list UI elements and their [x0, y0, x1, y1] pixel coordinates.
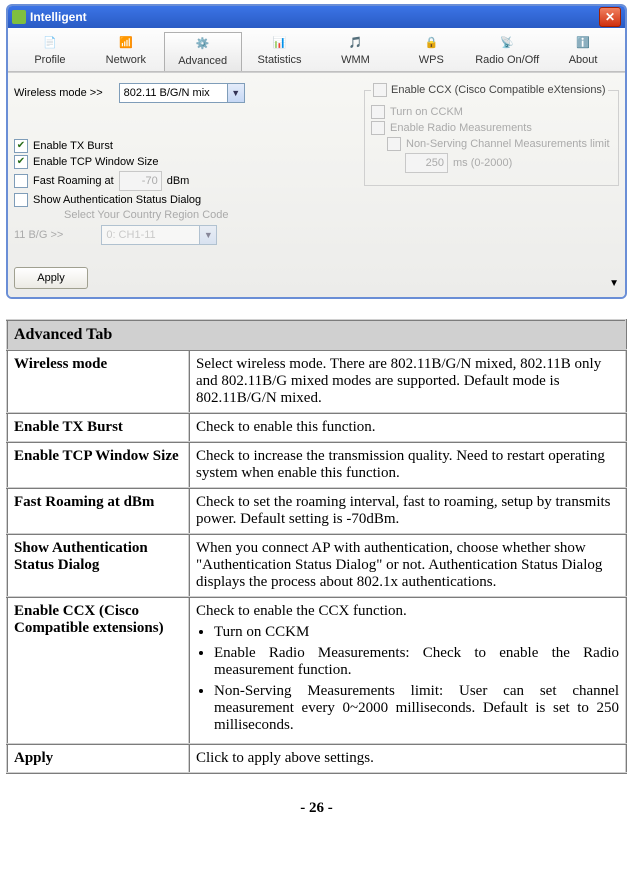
row-desc: When you connect AP with authentication,… — [189, 534, 626, 597]
row-desc: Check to set the roaming interval, fast … — [189, 488, 626, 534]
main-toolbar: 📄 Profile 📶 Network ⚙️ Advanced 📊 Statis… — [8, 28, 625, 72]
fast-roaming-label: Fast Roaming at — [33, 175, 114, 187]
ms-value-input — [405, 153, 448, 173]
dbm-unit: dBm — [167, 175, 190, 187]
radio-meas-label: Enable Radio Measurements — [390, 122, 532, 134]
tab-wps[interactable]: 🔒 WPS — [393, 32, 469, 71]
window-title: Intelligent — [30, 10, 87, 24]
enable-ccx-checkbox[interactable] — [373, 83, 387, 97]
apply-button[interactable]: Apply — [14, 267, 88, 289]
radio-meas-checkbox — [371, 121, 385, 135]
radio-icon: 📡 — [495, 32, 519, 52]
row-label: Wireless mode — [7, 350, 189, 413]
table-row: Show Authentication Status Dialog When y… — [7, 534, 626, 597]
tab-label: Network — [106, 54, 146, 66]
tab-label: Radio On/Off — [475, 54, 539, 66]
show-auth-dialog-checkbox[interactable] — [14, 193, 28, 207]
table-row: Enable CCX (Cisco Compatible extensions)… — [7, 597, 626, 744]
tab-wmm[interactable]: 🎵 WMM — [318, 32, 394, 71]
list-item: Enable Radio Measurements: Check to enab… — [214, 645, 619, 679]
table-row: Enable TCP Window Size Check to increase… — [7, 442, 626, 488]
profile-icon: 📄 — [38, 32, 62, 52]
tab-label: Advanced — [178, 55, 227, 67]
row-desc: Click to apply above settings. — [189, 744, 626, 773]
row-label: Enable TX Burst — [7, 413, 189, 442]
row-label: Fast Roaming at dBm — [7, 488, 189, 534]
row-label: Show Authentication Status Dialog — [7, 534, 189, 597]
chevron-down-icon: ▼ — [227, 84, 244, 102]
tab-advanced[interactable]: ⚙️ Advanced — [164, 32, 242, 71]
app-icon — [12, 10, 26, 24]
tab-radio[interactable]: 📡 Radio On/Off — [469, 32, 545, 71]
nonserv-label: Non-Serving Channel Measurements limit — [406, 138, 610, 150]
row-desc: Check to increase the transmission quali… — [189, 442, 626, 488]
fast-roaming-checkbox[interactable] — [14, 174, 28, 188]
nonserv-checkbox — [387, 137, 401, 151]
tab-label: WMM — [341, 54, 370, 66]
titlebar: Intelligent ✕ — [8, 6, 625, 28]
advanced-doc-table: Advanced Tab Wireless mode Select wirele… — [6, 319, 627, 774]
row-desc: Check to enable the CCX function. Turn o… — [189, 597, 626, 744]
country-region-label: Select Your Country Region Code — [64, 209, 229, 221]
row-label: Apply — [7, 744, 189, 773]
tab-about[interactable]: ℹ️ About — [545, 32, 621, 71]
advanced-panel: Wireless mode >> 802.11 B/G/N mix ▼ ✔ En… — [8, 72, 625, 297]
wmm-icon: 🎵 — [343, 32, 367, 52]
ms-unit-label: ms (0-2000) — [453, 157, 512, 169]
tab-label: Profile — [34, 54, 65, 66]
table-row: Apply Click to apply above settings. — [7, 744, 626, 773]
list-item: Non-Serving Measurements limit: User can… — [214, 683, 619, 734]
tab-statistics[interactable]: 📊 Statistics — [242, 32, 318, 71]
wireless-mode-select[interactable]: 802.11 B/G/N mix ▼ — [119, 83, 245, 103]
table-row: Wireless mode Select wireless mode. Ther… — [7, 350, 626, 413]
band-select: 0: CH1-11 ▼ — [101, 225, 217, 245]
row-desc: Check to enable this function. — [189, 413, 626, 442]
table-row: Enable TX Burst Check to enable this fun… — [7, 413, 626, 442]
cckm-checkbox — [371, 105, 385, 119]
statistics-icon: 📊 — [268, 32, 292, 52]
chevron-down-icon: ▼ — [199, 226, 216, 244]
enable-tx-burst-checkbox[interactable]: ✔ — [14, 139, 28, 153]
row-label: Enable CCX (Cisco Compatible extensions) — [7, 597, 189, 744]
show-auth-dialog-label: Show Authentication Status Dialog — [33, 194, 201, 206]
network-icon: 📶 — [114, 32, 138, 52]
expand-arrow-icon[interactable]: ▼ — [609, 278, 619, 289]
about-icon: ℹ️ — [571, 32, 595, 52]
tab-profile[interactable]: 📄 Profile — [12, 32, 88, 71]
close-button[interactable]: ✕ — [599, 7, 621, 27]
tab-label: About — [569, 54, 598, 66]
cckm-label: Turn on CCKM — [390, 106, 463, 118]
enable-tx-burst-label: Enable TX Burst — [33, 140, 113, 152]
enable-tcp-window-label: Enable TCP Window Size — [33, 156, 159, 168]
tab-network[interactable]: 📶 Network — [88, 32, 164, 71]
app-window: Intelligent ✕ 📄 Profile 📶 Network ⚙️ Adv… — [6, 4, 627, 299]
table-row: Fast Roaming at dBm Check to set the roa… — [7, 488, 626, 534]
ccx-group: Enable CCX (Cisco Compatible eXtensions)… — [364, 83, 619, 186]
row-label: Enable TCP Window Size — [7, 442, 189, 488]
ccx-group-label: Enable CCX (Cisco Compatible eXtensions) — [391, 84, 606, 96]
wps-icon: 🔒 — [419, 32, 443, 52]
tab-label: WPS — [419, 54, 444, 66]
enable-tcp-window-checkbox[interactable]: ✔ — [14, 155, 28, 169]
band-label: 11 B/G >> — [14, 229, 63, 241]
row-desc: Select wireless mode. There are 802.11B/… — [189, 350, 626, 413]
fast-roaming-value[interactable] — [119, 171, 162, 191]
tab-label: Statistics — [258, 54, 302, 66]
list-item: Turn on CCKM — [214, 624, 619, 641]
wireless-mode-label: Wireless mode >> — [14, 87, 103, 99]
table-header: Advanced Tab — [7, 320, 626, 350]
page-number: - 26 - — [6, 800, 627, 817]
advanced-icon: ⚙️ — [191, 33, 215, 53]
